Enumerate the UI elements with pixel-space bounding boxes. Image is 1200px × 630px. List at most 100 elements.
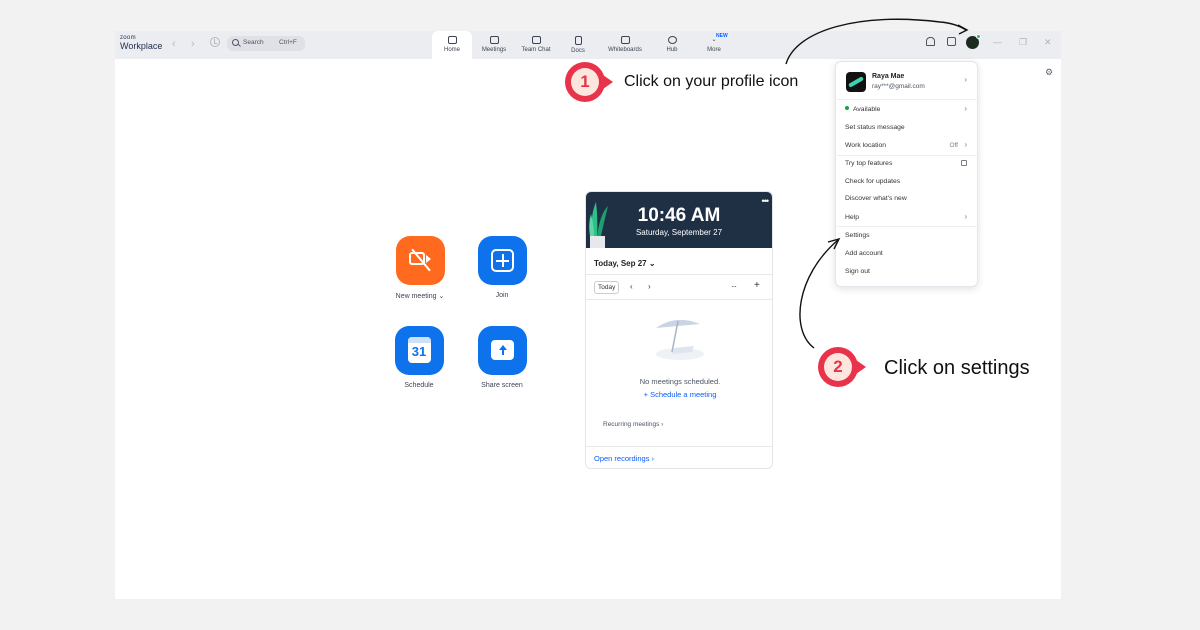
back-arrow-icon[interactable]: ‹ [172,38,176,50]
more-options-icon[interactable]: ••• [762,196,770,206]
menu-item-whats-new[interactable]: Discover what's new [845,195,907,202]
close-icon[interactable]: ✕ [1044,37,1052,48]
open-recordings-link[interactable]: Open recordings › [594,454,654,463]
new-meeting-tile [395,236,445,285]
chevron-right-icon[interactable]: › [964,140,967,149]
umbrella-illustration [656,319,704,360]
menu-item-try-features[interactable]: Try top features [845,160,892,167]
history-icon[interactable] [210,37,220,47]
layout-icon[interactable] [947,37,956,46]
day-selector-text: Today, Sep 27 [594,259,647,268]
doc-icon [574,36,582,45]
no-meetings-text: No meetings scheduled. [639,377,721,386]
menu-item-add-account[interactable]: Add account [845,250,883,257]
schedule-button[interactable]: 31 Schedule [379,326,459,389]
menu-item-work-location[interactable]: Work location [845,142,886,149]
chevron-right-icon[interactable]: › [964,212,967,221]
chevron-right-icon[interactable]: › [964,75,967,84]
recurring-text: Recurring meetings [603,421,660,428]
work-location-value: Off [949,142,958,149]
profile-name: Raya Mae [872,73,905,80]
tab-label: Whiteboards [608,47,642,53]
prev-day-icon[interactable]: ‹ [630,282,633,291]
profile-email: ray***@gmail.com [872,83,925,90]
home-icon [447,36,457,44]
day-selector[interactable]: Today, Sep 27 ⌄ [594,259,656,268]
divider [586,299,772,300]
menu-item-set-status[interactable]: Set status message [845,124,905,131]
step-2-text: Click on settings [884,357,1030,379]
profile-menu: Raya Mae ray***@gmail.com › Available › … [835,61,978,287]
recurring-meetings-link[interactable]: Recurring meetings › [603,421,663,428]
menu-item-check-updates[interactable]: Check for updates [845,178,900,185]
chevron-down-icon[interactable]: ⌄ [438,293,444,300]
step-number: 2 [824,353,852,381]
divider [837,155,978,156]
chevron-down-icon: ⌄ [648,259,656,268]
tab-label: Home [443,47,460,53]
plus-icon [490,249,514,272]
tab-label: Hub [666,47,678,53]
forward-arrow-icon[interactable]: › [191,38,195,50]
tab-more[interactable]: NEW ⌄ More [694,31,734,59]
tab-label: Team Chat [521,47,551,53]
tab-hub[interactable]: Hub [652,31,692,59]
minimize-icon[interactable]: — [993,37,1002,47]
step-2-badge: 2 [818,347,858,387]
clock-header: 10:46 AM Saturday, September 27 ••• [586,192,772,248]
clock-time: 10:46 AM [637,205,721,226]
share-screen-tile [477,326,527,375]
search-shortcut: Ctrl+F [279,39,297,46]
search-icon [232,39,239,46]
share-upload-icon [490,340,514,360]
menu-item-help[interactable]: Help [845,214,859,221]
new-badge: NEW [714,33,730,39]
join-button[interactable]: Join [462,236,542,299]
tab-whiteboards[interactable]: Whiteboards [602,31,648,59]
tab-label: Docs [571,48,585,54]
menu-item-available[interactable]: Available [845,106,880,113]
tab-docs[interactable]: Docs [558,31,598,59]
search-input[interactable]: Search Ctrl+F [227,36,305,51]
external-link-icon [961,160,967,166]
divider [837,99,978,100]
step-1-badge: 1 [565,62,605,102]
open-recordings-text: Open recordings [594,454,650,463]
tab-label: More [707,47,721,53]
new-meeting-text: New meeting [395,293,437,300]
zoom-logo: zoom Workplace [120,35,162,51]
calendar-more-icon[interactable]: ··· [731,282,737,291]
chat-icon [531,36,541,44]
menu-avatar [846,72,866,92]
tab-meetings[interactable]: Meetings [475,31,513,59]
add-event-icon[interactable]: + [754,280,760,291]
schedule-label: Schedule [404,382,434,389]
profile-avatar[interactable] [966,34,981,49]
divider [586,274,772,275]
gear-icon[interactable]: ⚙ [1045,67,1053,78]
tutorial-canvas: zoom Workplace ‹ › Search Ctrl+F Home Me… [0,0,1200,630]
today-button[interactable]: Today [594,281,620,294]
title-bar: zoom Workplace ‹ › Search Ctrl+F Home Me… [115,31,1061,61]
schedule-meeting-link[interactable]: + Schedule a meeting [586,390,772,399]
badge-pointer [856,360,866,374]
search-placeholder: Search [243,39,264,46]
menu-item-settings[interactable]: Settings [845,232,870,239]
bell-icon[interactable] [926,37,935,46]
tab-home[interactable]: Home [432,31,472,61]
share-screen-label: Share screen [481,382,523,389]
status-dot [845,106,849,110]
menu-item-sign-out[interactable]: Sign out [845,268,870,275]
share-screen-button[interactable]: Share screen [462,326,542,389]
tab-label: Meetings [481,47,507,53]
new-meeting-button[interactable]: New meeting ⌄ [380,236,460,300]
restore-icon[interactable]: ❐ [1019,37,1027,48]
chevron-right-icon[interactable]: › [964,104,967,113]
divider [586,446,772,447]
new-meeting-label: New meeting ⌄ [380,292,460,300]
schedule-tile: 31 [394,326,444,375]
schedule-link-text: Schedule a meeting [650,390,717,399]
brand-large-text: Workplace [120,41,163,51]
tab-team-chat[interactable]: Team Chat [516,31,556,59]
next-day-icon[interactable]: › [648,282,651,291]
